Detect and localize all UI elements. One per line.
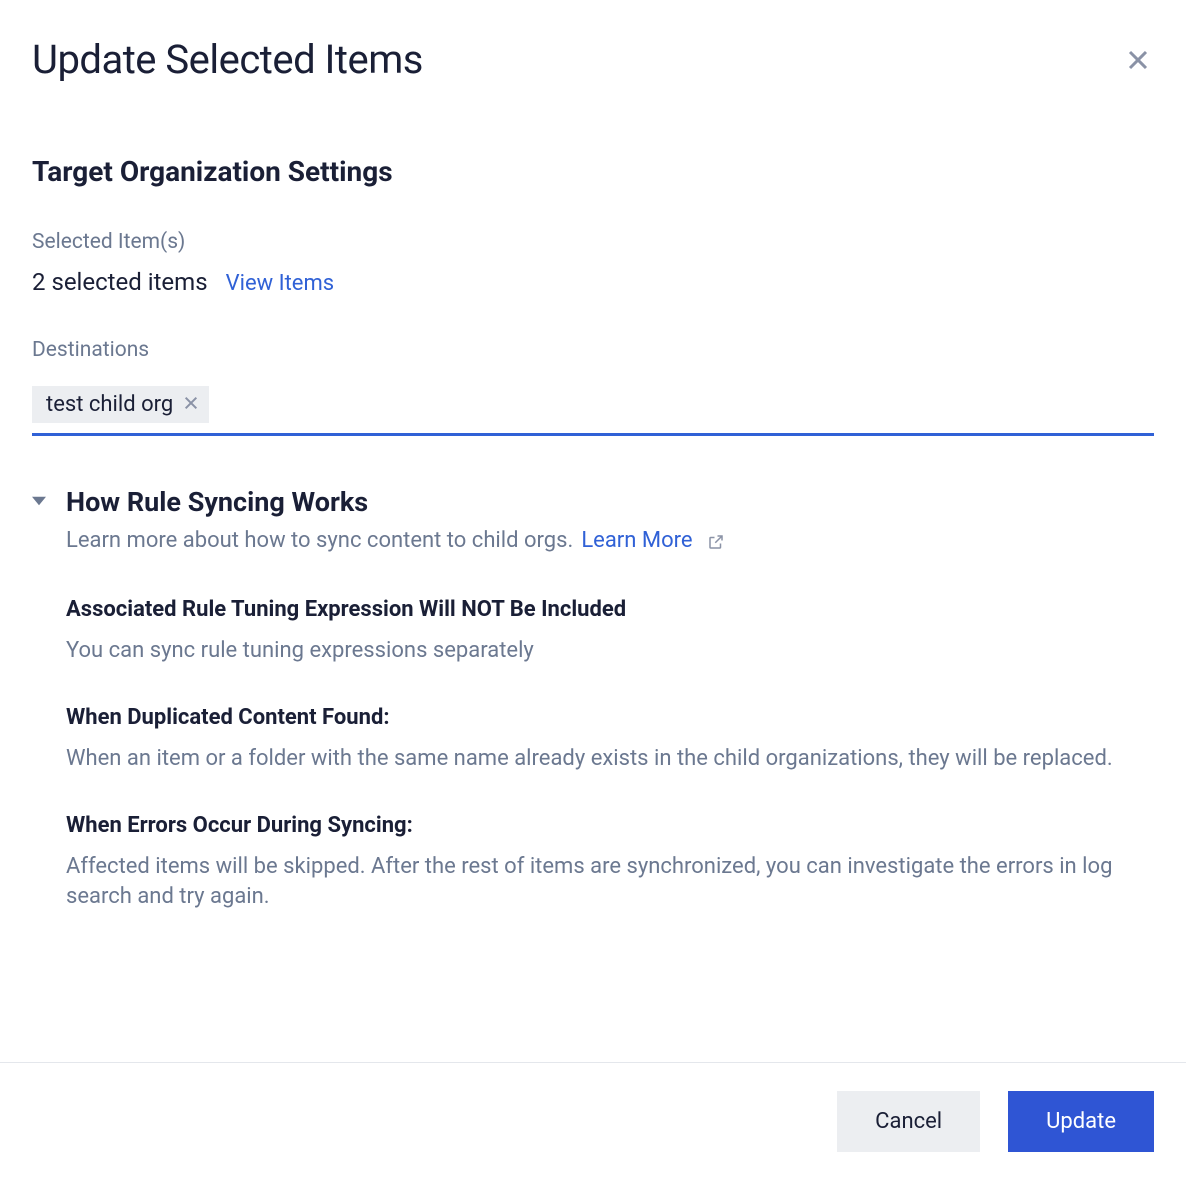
selected-items-label: Selected Item(s)	[32, 230, 1154, 254]
close-button[interactable]	[1122, 44, 1154, 81]
learn-more-label: Learn More	[581, 528, 692, 553]
destination-chip-label: test child org	[46, 392, 173, 417]
update-button[interactable]: Update	[1008, 1091, 1154, 1152]
learn-more-link[interactable]: Learn More	[581, 528, 724, 553]
info-block: Associated Rule Tuning Expression Will N…	[66, 597, 1154, 667]
modal-header: Update Selected Items	[32, 36, 1154, 83]
how-title: How Rule Syncing Works	[66, 486, 1154, 518]
info-heading: Associated Rule Tuning Expression Will N…	[66, 597, 1154, 622]
close-icon	[183, 395, 199, 414]
how-syncing-content: How Rule Syncing Works Learn more about …	[66, 486, 1154, 951]
destinations-label: Destinations	[32, 338, 1154, 362]
collapse-toggle-button[interactable]	[32, 486, 46, 511]
section-title: Target Organization Settings	[32, 155, 1154, 188]
info-heading: When Duplicated Content Found:	[66, 705, 1154, 730]
modal-footer: Cancel Update	[0, 1062, 1186, 1180]
external-link-icon	[707, 532, 725, 550]
destinations-input[interactable]: test child org	[32, 376, 1154, 436]
selected-items-row: 2 selected items View Items	[32, 268, 1154, 296]
chevron-down-icon	[32, 496, 46, 511]
info-body: When an item or a folder with the same n…	[66, 744, 1154, 775]
cancel-button[interactable]: Cancel	[837, 1091, 980, 1152]
close-icon	[1126, 47, 1150, 78]
modal-title: Update Selected Items	[32, 36, 423, 83]
how-subtitle-text: Learn more about how to sync content to …	[66, 528, 573, 553]
modal-body: Update Selected Items Target Organizatio…	[0, 0, 1186, 1068]
info-body: You can sync rule tuning expressions sep…	[66, 636, 1154, 667]
how-syncing-section: How Rule Syncing Works Learn more about …	[32, 486, 1154, 951]
view-items-link[interactable]: View Items	[226, 271, 335, 296]
info-block: When Errors Occur During Syncing: Affect…	[66, 813, 1154, 914]
destination-chip-remove-button[interactable]	[183, 395, 199, 414]
selected-items-count: 2 selected items	[32, 268, 208, 296]
destination-chip: test child org	[32, 386, 209, 423]
how-subtitle: Learn more about how to sync content to …	[66, 528, 1154, 553]
info-body: Affected items will be skipped. After th…	[66, 852, 1154, 914]
info-heading: When Errors Occur During Syncing:	[66, 813, 1154, 838]
info-block: When Duplicated Content Found: When an i…	[66, 705, 1154, 775]
